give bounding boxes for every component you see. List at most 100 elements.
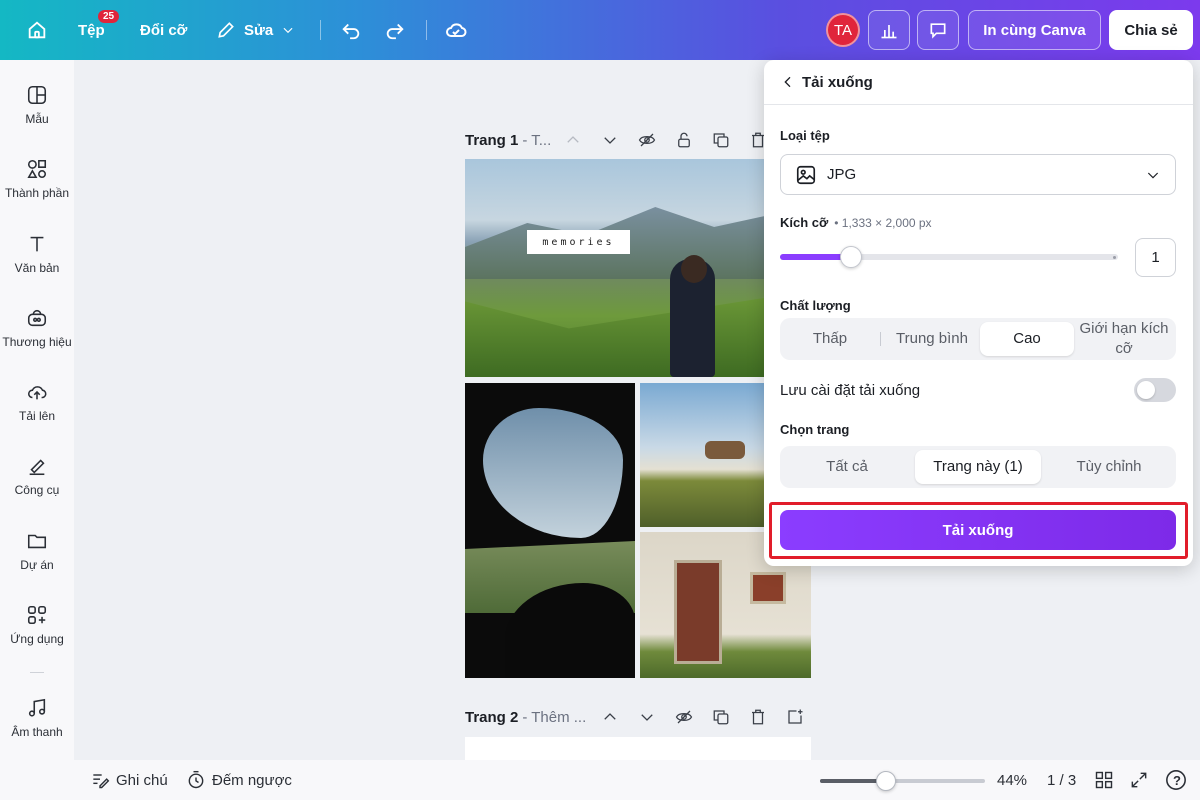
size-slider[interactable] — [780, 246, 1118, 268]
left-sidebar: Mẫu Thành phần Văn bản Thương hiệu Tải l… — [0, 60, 74, 760]
share-button[interactable]: Chia sẻ — [1109, 10, 1193, 50]
person-head — [681, 255, 707, 283]
brand-icon — [27, 309, 47, 327]
file-menu[interactable]: Tệp — [78, 0, 105, 60]
eye-off-icon — [638, 133, 656, 147]
help-button[interactable]: ? — [1165, 760, 1187, 800]
sidebar-item-templates[interactable]: Mẫu — [0, 84, 74, 126]
file-type-select[interactable]: JPG — [780, 154, 1176, 195]
sidebar-item-audio[interactable]: Âm thanh — [0, 697, 74, 739]
quality-option-low[interactable]: Thấp — [784, 322, 876, 356]
size-input-value: 1 — [1151, 249, 1160, 266]
back-button[interactable] — [780, 74, 796, 90]
undo-button[interactable] — [340, 0, 362, 60]
page-2-hide-button[interactable] — [675, 708, 693, 731]
page-counter[interactable]: 1 / 3 — [1047, 760, 1076, 800]
sidebar-item-projects[interactable]: Dự án — [0, 530, 74, 572]
sidebar-divider — [30, 672, 44, 673]
fullscreen-button[interactable] — [1129, 760, 1155, 800]
page-counter-value: 1 / 3 — [1047, 771, 1077, 789]
sidebar-item-apps[interactable]: Ứng dụng — [0, 604, 74, 646]
size-slider-end — [1113, 256, 1116, 259]
home-button[interactable] — [26, 0, 48, 60]
redo-button[interactable] — [384, 0, 406, 60]
cloud-save-status[interactable] — [444, 0, 468, 60]
page-2-down-button[interactable] — [638, 708, 656, 731]
sidebar-item-label: Công cụ — [14, 483, 60, 497]
size-label-row: Kích cỡ • 1,333 × 2,000 px — [780, 215, 932, 230]
pages-option-all[interactable]: Tất cả — [784, 450, 910, 484]
sidebar-item-uploads[interactable]: Tải lên — [0, 381, 74, 423]
resize-menu[interactable]: Đổi cỡ — [140, 0, 187, 60]
page-2-delete-button[interactable] — [749, 708, 767, 731]
page-1-subtitle[interactable]: - T... — [522, 132, 551, 149]
memories-text-box[interactable]: memories — [527, 230, 630, 254]
page-up-button[interactable] — [564, 131, 582, 154]
page-down-button[interactable] — [601, 131, 619, 154]
page-2-subtitle[interactable]: - Thêm ... — [522, 709, 586, 726]
panel-header: Tải xuống — [764, 60, 1193, 105]
add-page-button[interactable] — [786, 708, 804, 731]
save-settings-toggle[interactable] — [1134, 378, 1176, 402]
size-slider-thumb[interactable] — [839, 246, 862, 268]
quality-option-high[interactable]: Cao — [980, 322, 1074, 356]
wooden-door — [674, 560, 722, 664]
sidebar-item-elements[interactable]: Thành phần — [0, 158, 74, 200]
comments-button[interactable] — [917, 10, 959, 50]
save-settings-row: Lưu cài đặt tải xuống — [780, 377, 1176, 403]
page-2-duplicate-button[interactable] — [712, 708, 730, 731]
page-1-title[interactable]: Trang 1 — [465, 132, 518, 149]
zoom-slider[interactable] — [820, 771, 985, 791]
sidebar-item-label: Âm thanh — [11, 725, 63, 739]
sidebar-item-tools[interactable]: Công cụ — [0, 455, 74, 497]
pages-option-custom[interactable]: Tùy chỉnh — [1046, 450, 1172, 484]
zoom-level[interactable]: 44% — [997, 760, 1027, 800]
redo-icon — [386, 23, 404, 40]
insights-button[interactable] — [868, 10, 910, 50]
apps-icon — [27, 605, 47, 625]
hide-page-button[interactable] — [638, 131, 656, 154]
grid-view-button[interactable] — [1094, 760, 1120, 800]
add-page-icon — [788, 709, 803, 724]
print-with-canva-button[interactable]: In cùng Canva — [968, 10, 1101, 50]
notes-button[interactable]: Ghi chú — [90, 760, 168, 800]
pages-segmented-control: Tất cả Trang này (1) Tùy chỉnh — [780, 446, 1176, 488]
print-label: In cùng Canva — [983, 21, 1086, 39]
trash-icon — [752, 709, 764, 725]
timer-button[interactable]: Đếm ngược — [186, 760, 292, 800]
comment-icon — [930, 23, 946, 39]
folder-icon — [27, 534, 47, 549]
chevron-left-icon — [784, 76, 791, 88]
save-settings-label: Lưu cài đặt tải xuống — [780, 381, 921, 399]
upload-icon — [27, 386, 47, 400]
sidebar-item-label: Dự án — [20, 558, 54, 572]
edit-menu[interactable]: Sửa — [216, 0, 295, 60]
notes-icon — [93, 774, 110, 789]
page-2-up-button[interactable] — [601, 708, 619, 731]
lock-page-button[interactable] — [675, 131, 693, 154]
zoom-slider-thumb[interactable] — [876, 771, 896, 791]
page-2-canvas[interactable] — [465, 737, 811, 760]
text-icon — [30, 236, 44, 252]
undo-icon — [342, 23, 360, 40]
home-icon — [28, 21, 46, 39]
pages-option-label: Trang này (1) — [933, 458, 1023, 475]
cave-photo[interactable] — [465, 383, 635, 678]
chevron-up-icon — [604, 713, 616, 720]
sidebar-item-label: Văn bản — [14, 261, 60, 275]
size-input[interactable]: 1 — [1135, 238, 1176, 277]
page-2-title[interactable]: Trang 2 — [465, 709, 518, 726]
wooden-window — [750, 572, 786, 604]
pages-option-current[interactable]: Trang này (1) — [915, 450, 1041, 484]
image-icon — [796, 165, 816, 184]
sidebar-item-text[interactable]: Văn bản — [0, 233, 74, 275]
download-panel: Tải xuống Loại tệp JPG Kích cỡ • 1,333 × … — [764, 60, 1193, 566]
quality-option-label: Thấp — [812, 330, 848, 347]
duplicate-page-button[interactable] — [712, 131, 730, 154]
quality-option-medium[interactable]: Trung bình — [884, 322, 980, 356]
avatar[interactable]: TA — [826, 13, 860, 47]
bar-chart-icon — [881, 25, 897, 39]
quality-option-limit-size[interactable]: Giới hạn kích cỡ — [1076, 319, 1172, 359]
sidebar-item-brand[interactable]: Thương hiệu — [0, 307, 74, 349]
mountain-photo[interactable] — [465, 159, 811, 377]
